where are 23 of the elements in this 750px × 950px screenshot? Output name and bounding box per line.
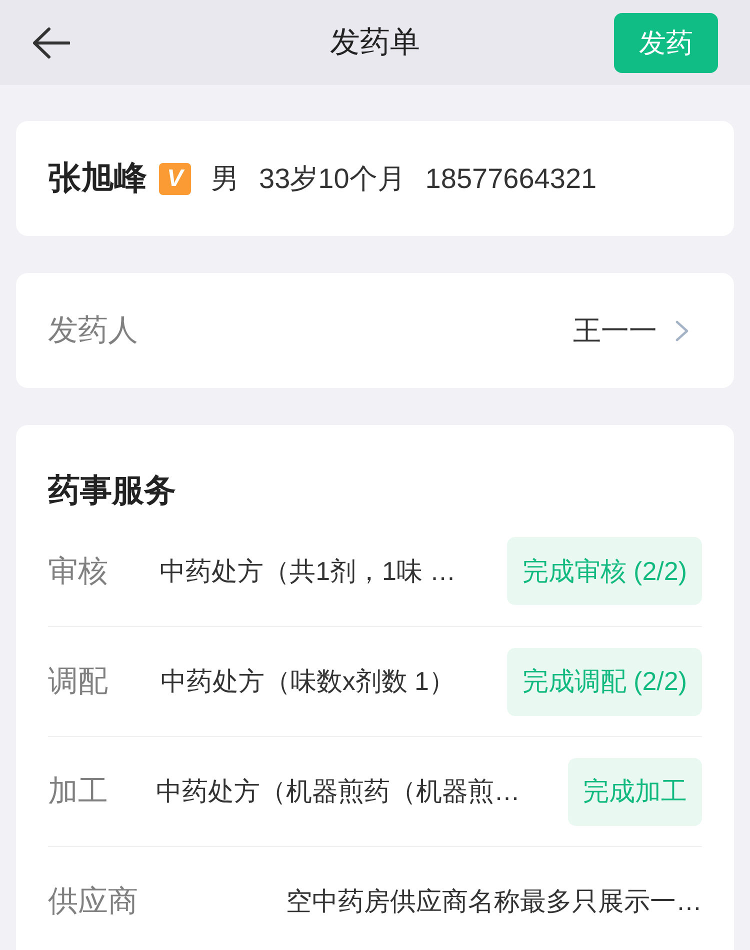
status-tag: 完成调配 (2/2) <box>507 648 702 716</box>
service-detail: 中药处方（共1剂，1味 … <box>160 554 456 588</box>
service-detail: 中药处方（味数x剂数 1） <box>160 665 455 698</box>
back-arrow-icon[interactable] <box>32 26 70 58</box>
service-label: 加工 <box>48 774 108 810</box>
patient-gender: 男 <box>211 162 239 196</box>
service-label: 供应商 <box>48 884 138 920</box>
service-label: 调配 <box>48 664 108 700</box>
service-detail: 空中药房供应商名称最多只展示一… <box>286 885 702 918</box>
status-tag: 完成加工 <box>568 758 702 826</box>
patient-name: 张旭峰 <box>48 158 147 198</box>
chevron-right-icon <box>675 320 689 342</box>
service-label: 审核 <box>48 554 108 590</box>
service-detail: 中药处方（机器煎药（机器煎… <box>156 775 520 808</box>
vip-badge: V <box>159 162 191 194</box>
dispenser-value: 王一一 <box>573 314 657 348</box>
status-tag: 完成审核 (2/2) <box>507 537 702 605</box>
dispenser-row[interactable]: 发药人 王一一 <box>16 273 734 388</box>
patient-phone: 18577664321 <box>425 162 597 194</box>
dispenser-label: 发药人 <box>48 313 138 349</box>
section-title: 药事服务 <box>48 471 177 510</box>
patient-age: 33岁10个月 <box>259 162 406 196</box>
page-title: 发药单 <box>330 25 420 61</box>
